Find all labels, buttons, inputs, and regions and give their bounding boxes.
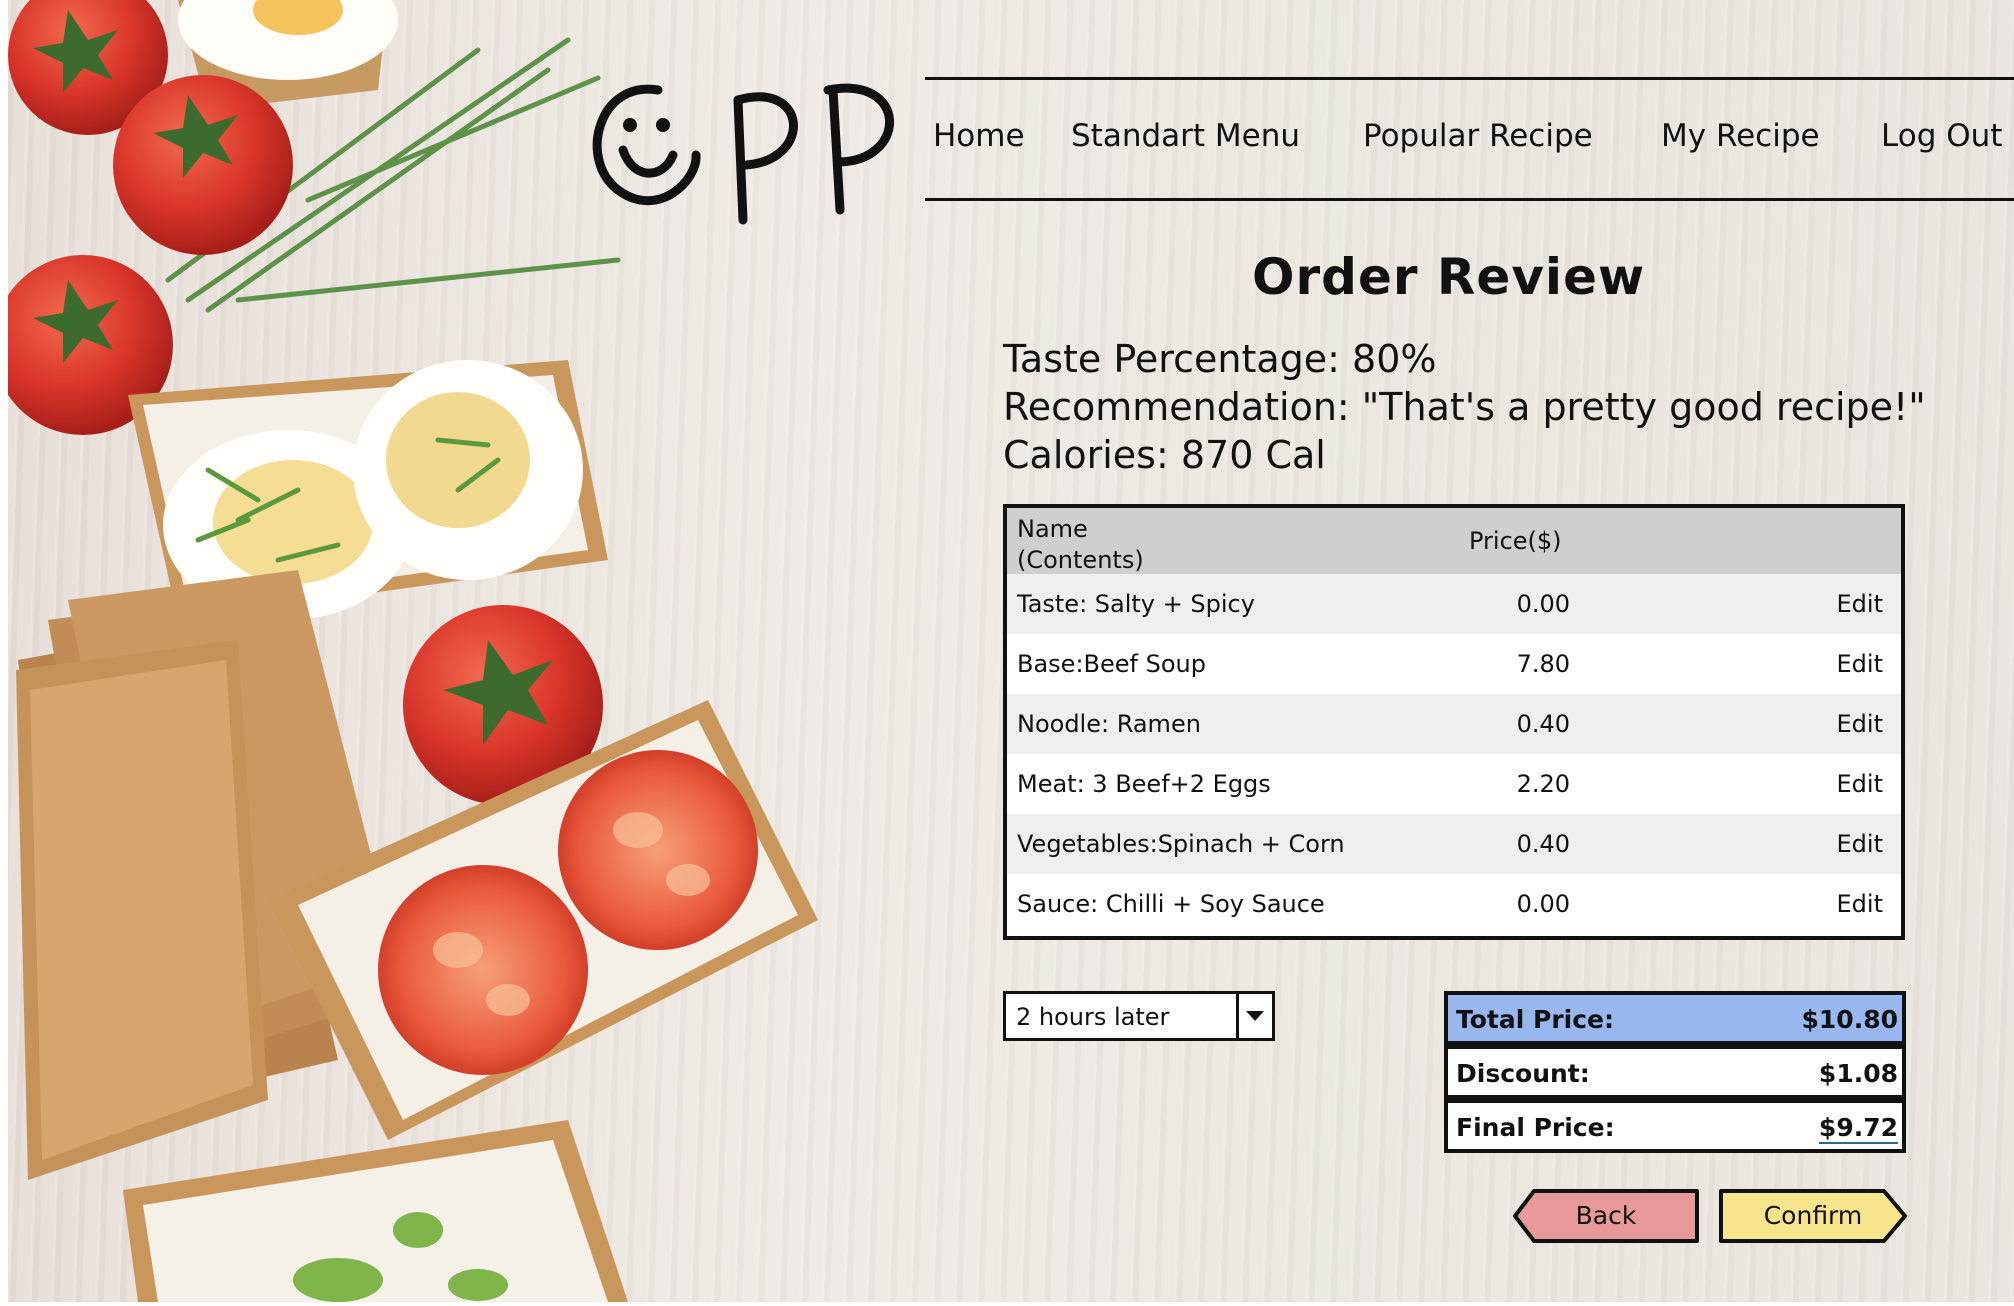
- header-price: Price($): [1469, 527, 1562, 555]
- edit-link[interactable]: Edit: [1837, 710, 1883, 738]
- table-row: Sauce: Chilli + Soy Sauce 0.00 Edit: [1007, 874, 1901, 934]
- back-button-label: Back: [1575, 1201, 1637, 1230]
- nav-my-recipe[interactable]: My Recipe: [1661, 118, 1820, 154]
- taste-percentage: Taste Percentage: 80%: [1003, 337, 1437, 381]
- brand-logo: [592, 83, 894, 225]
- table-row: Noodle: Ramen 0.40 Edit: [1007, 694, 1901, 754]
- table-header: Name (Contents) Price($): [1007, 508, 1901, 574]
- recommendation: Recommendation: "That's a pretty good re…: [1003, 385, 1926, 429]
- nav-log-out[interactable]: Log Out: [1881, 118, 2002, 154]
- nav-standart-menu[interactable]: Standart Menu: [1071, 118, 1300, 154]
- edit-link[interactable]: Edit: [1837, 590, 1883, 618]
- row-name: Noodle: Ramen: [1017, 710, 1201, 738]
- final-price-box: Final Price: $9.72: [1444, 1099, 1906, 1153]
- final-price-value: $9.72: [1818, 1113, 1898, 1144]
- edit-link[interactable]: Edit: [1837, 830, 1883, 858]
- edit-link[interactable]: Edit: [1837, 770, 1883, 798]
- nav-top-rule: [925, 77, 2014, 80]
- dropdown-toggle[interactable]: [1236, 994, 1272, 1038]
- table-row: Meat: 3 Beef+2 Eggs 2.20 Edit: [1007, 754, 1901, 814]
- discount-value: $1.08: [1818, 1059, 1898, 1088]
- calories: Calories: 870 Cal: [1003, 433, 1326, 477]
- table-row: Taste: Salty + Spicy 0.00 Edit: [1007, 574, 1901, 634]
- nav-home[interactable]: Home: [933, 118, 1025, 154]
- edit-link[interactable]: Edit: [1837, 890, 1883, 918]
- confirm-button-label: Confirm: [1763, 1201, 1863, 1230]
- confirm-button[interactable]: Confirm: [1718, 1188, 1908, 1244]
- final-price-label: Final Price:: [1456, 1113, 1615, 1142]
- row-price: 0.00: [1516, 590, 1570, 618]
- edit-link[interactable]: Edit: [1837, 650, 1883, 678]
- pickup-time-value: 2 hours later: [1016, 1003, 1170, 1031]
- table-row: Vegetables:Spinach + Corn 0.40 Edit: [1007, 814, 1901, 874]
- total-price-box: Total Price: $10.80: [1444, 991, 1906, 1045]
- page-border: [0, 0, 8, 1306]
- total-price-label: Total Price:: [1456, 1005, 1614, 1034]
- page-border-bottom: [0, 1302, 2014, 1306]
- page-title: Order Review: [1252, 248, 1646, 306]
- nav-popular-recipe[interactable]: Popular Recipe: [1363, 118, 1593, 154]
- total-price-value: $10.80: [1801, 1005, 1898, 1034]
- row-name: Vegetables:Spinach + Corn: [1017, 830, 1345, 858]
- row-name: Sauce: Chilli + Soy Sauce: [1017, 890, 1325, 918]
- row-name: Taste: Salty + Spicy: [1017, 590, 1255, 618]
- main-nav: Home Standart Menu Popular Recipe My Rec…: [925, 118, 2014, 170]
- discount-label: Discount:: [1456, 1059, 1590, 1088]
- discount-box: Discount: $1.08: [1444, 1045, 1906, 1099]
- order-table: Name (Contents) Price($) Taste: Salty + …: [1003, 504, 1905, 940]
- row-name: Base:Beef Soup: [1017, 650, 1206, 678]
- row-price: 2.20: [1516, 770, 1570, 798]
- header-name: Name (Contents): [1017, 514, 1144, 576]
- row-price: 7.80: [1516, 650, 1570, 678]
- row-price: 0.40: [1516, 830, 1570, 858]
- row-price: 0.40: [1516, 710, 1570, 738]
- table-row: Base:Beef Soup 7.80 Edit: [1007, 634, 1901, 694]
- back-button[interactable]: Back: [1512, 1188, 1700, 1244]
- header-name-line2: (Contents): [1017, 546, 1144, 574]
- row-name: Meat: 3 Beef+2 Eggs: [1017, 770, 1271, 798]
- chevron-down-icon: [1246, 1011, 1264, 1021]
- row-price: 0.00: [1516, 890, 1570, 918]
- pickup-time-select[interactable]: 2 hours later: [1003, 991, 1275, 1041]
- nav-bottom-rule: [925, 198, 2014, 201]
- header-name-line1: Name: [1017, 515, 1088, 543]
